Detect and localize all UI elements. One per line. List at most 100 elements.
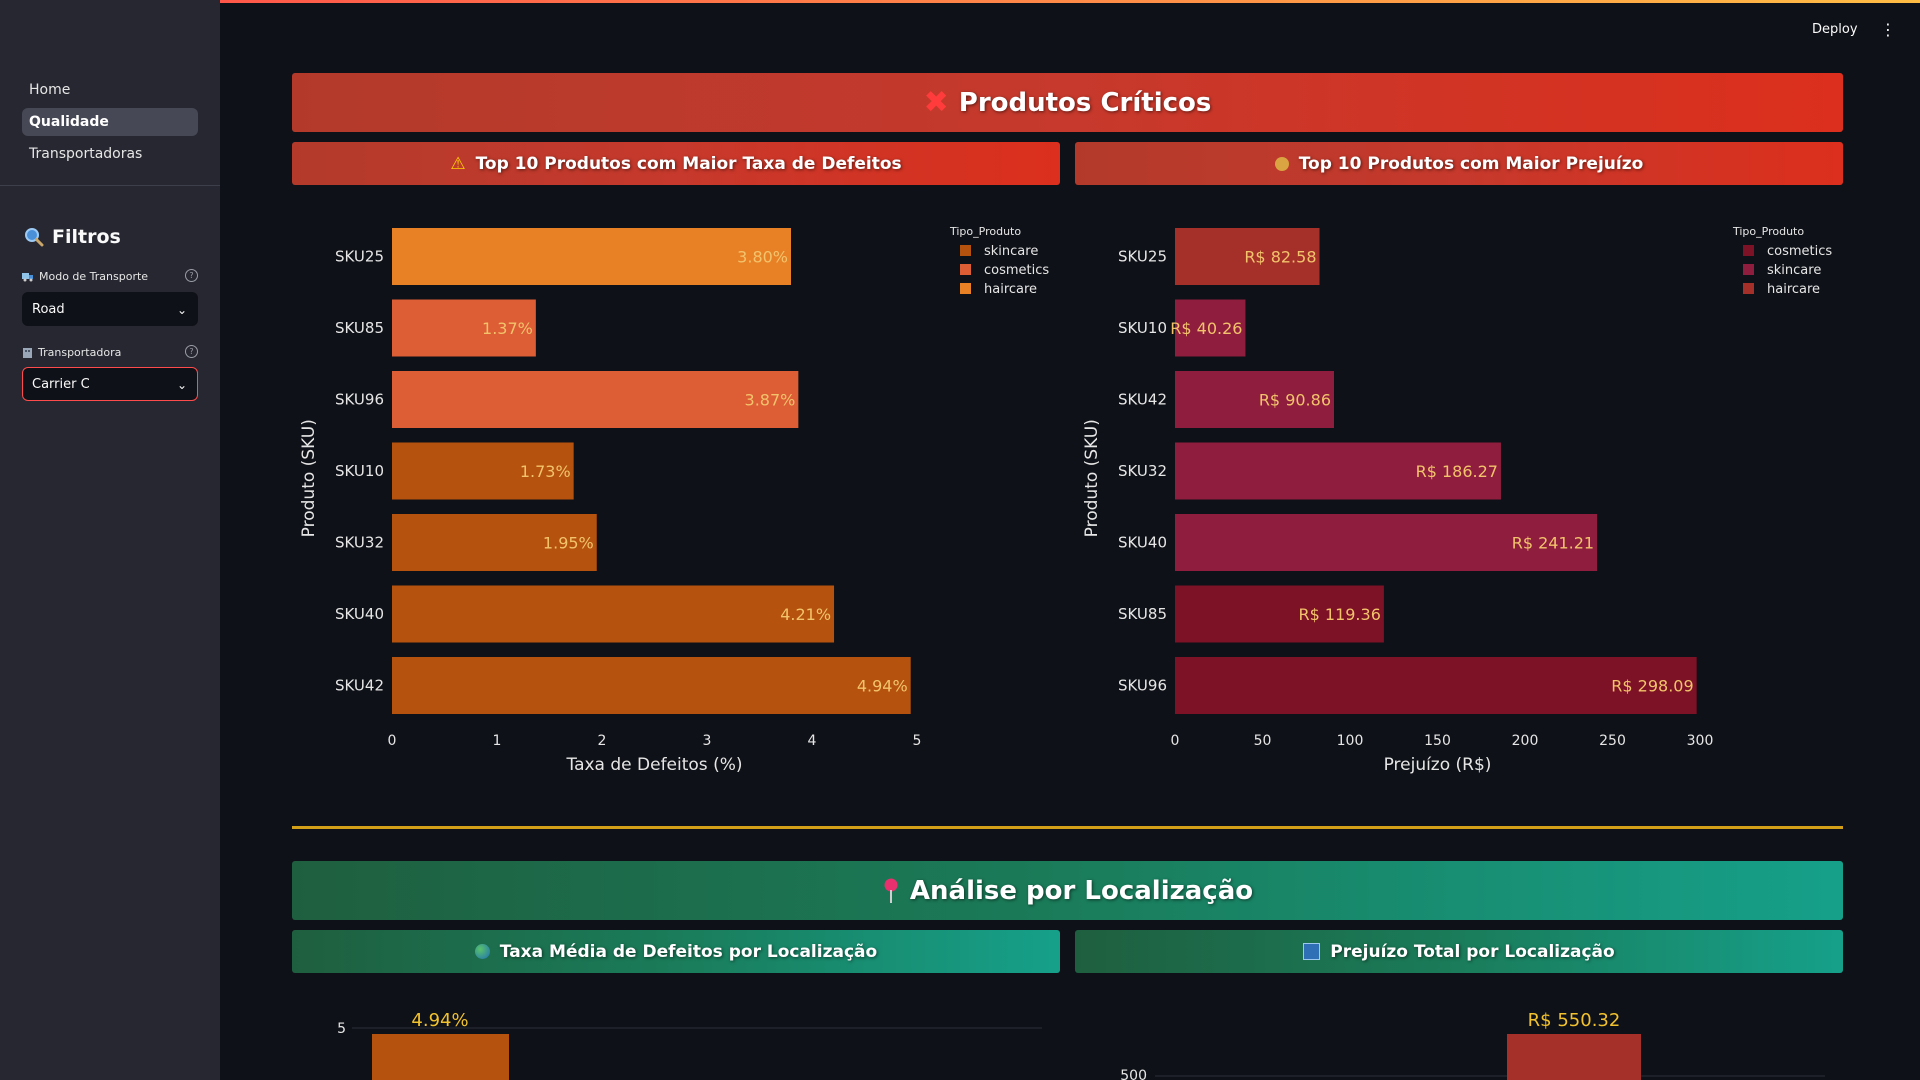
bar-value-label: R$ 40.26 [1170, 319, 1242, 338]
filters-title: Filtros [52, 226, 121, 248]
x-tick-label: 200 [1512, 733, 1539, 749]
carrier-label: Transportadora ? [22, 345, 198, 359]
y-axis-title: Produto (SKU) [1082, 419, 1102, 537]
bar-sku96[interactable] [392, 371, 799, 428]
y-tick-label: SKU85 [1118, 605, 1167, 623]
x-tick-label: 300 [1687, 733, 1714, 749]
sidebar-nav: Home Qualidade Transportadoras [22, 76, 198, 172]
building-icon [23, 348, 32, 358]
bar-sku42[interactable] [392, 657, 911, 714]
legend-label-cosmetics[interactable]: cosmetics [984, 263, 1049, 278]
x-tick-label: 2 [598, 733, 607, 749]
y-tick-label: SKU42 [1118, 391, 1167, 409]
y-tick-label: SKU42 [335, 677, 384, 695]
defect-rate-chart-title: Top 10 Produtos com Maior Taxa de Defeit… [475, 153, 902, 174]
bar-value-label: 1.37% [482, 319, 533, 338]
legend-swatch[interactable] [960, 283, 971, 294]
help-icon[interactable]: ? [185, 269, 198, 282]
bar-value-label: R$ 550.32 [1528, 1010, 1621, 1031]
bar-location-1[interactable] [372, 1034, 509, 1080]
bar-value-label: 1.95% [543, 534, 594, 553]
section-divider [292, 826, 1843, 829]
location-loss-chart-header: Prejuízo Total por Localização [1075, 930, 1843, 973]
bar-value-label: R$ 82.58 [1244, 248, 1316, 267]
deploy-button[interactable]: Deploy [1812, 22, 1858, 37]
bar-value-label: R$ 186.27 [1416, 462, 1498, 481]
location-analysis-title: Análise por Localização [909, 875, 1254, 906]
x-tick-label: 3 [703, 733, 712, 749]
chevron-down-icon: ⌄ [176, 303, 187, 317]
legend-label-cosmetics[interactable]: cosmetics [1767, 244, 1832, 259]
carrier-value: Carrier C [32, 377, 90, 392]
x-axis-title: Prejuízo (R$) [1384, 755, 1492, 775]
legend-swatch[interactable] [1743, 283, 1754, 294]
x-tick-label: 5 [913, 733, 922, 749]
bar-value-label: R$ 241.21 [1512, 534, 1594, 553]
y-tick-label: SKU96 [1118, 677, 1167, 695]
bar-value-label: 3.80% [737, 248, 788, 267]
y-tick-label: 500 [1120, 1068, 1147, 1080]
globe-icon [474, 944, 490, 959]
sidebar-divider [0, 185, 220, 186]
x-axis-title: Taxa de Defeitos (%) [566, 755, 743, 775]
x-tick-label: 0 [388, 733, 397, 749]
sidebar: Home Qualidade Transportadoras Filtros M… [0, 0, 220, 1080]
x-tick-label: 1 [493, 733, 502, 749]
x-tick-label: 0 [1171, 733, 1180, 749]
legend-title: Tipo_Produto [949, 225, 1021, 238]
x-tick-label: 150 [1424, 733, 1451, 749]
bar-sku40[interactable] [392, 585, 835, 643]
bar-value-label: 1.73% [520, 462, 571, 481]
legend-swatch[interactable] [960, 264, 971, 275]
y-tick-label: SKU25 [335, 248, 384, 266]
y-tick-label: SKU40 [1118, 534, 1167, 552]
location-defect-chart: 5 4.94% [337, 1010, 1042, 1080]
warning-icon: ⚠ [450, 153, 466, 174]
truck-icon [22, 272, 33, 281]
legend-label-haircare[interactable]: haircare [1767, 282, 1820, 297]
location-defect-chart-header: Taxa Média de Defeitos por Localização [292, 930, 1060, 973]
legend-swatch[interactable] [960, 245, 971, 256]
y-tick-label: SKU25 [1118, 248, 1167, 266]
legend-swatch[interactable] [1743, 264, 1754, 275]
location-loss-chart: 500 R$ 550.32 [1120, 1010, 1825, 1080]
help-icon[interactable]: ? [185, 345, 198, 358]
legend-label-skincare[interactable]: skincare [984, 244, 1038, 259]
transport-mode-value: Road [32, 302, 65, 317]
x-tick-label: 50 [1254, 733, 1272, 749]
bar-value-label: 4.94% [857, 677, 908, 696]
transport-mode-select[interactable]: Road ⌄ [22, 292, 198, 326]
y-tick-label: 5 [337, 1021, 346, 1037]
chevron-down-icon: ⌄ [176, 378, 187, 392]
loss-chart-title: Top 10 Produtos com Maior Prejuízo [1298, 153, 1644, 174]
bar-sku25[interactable] [392, 228, 791, 285]
x-tick-label: 250 [1599, 733, 1626, 749]
y-tick-label: SKU32 [335, 534, 384, 552]
magnifier-icon [25, 228, 44, 247]
critical-products-title: Produtos Críticos [958, 87, 1212, 118]
y-tick-label: SKU10 [1118, 319, 1167, 337]
location-analysis-banner: Análise por Localização [292, 861, 1843, 920]
y-tick-label: SKU10 [335, 462, 384, 480]
bar-value-label: 4.21% [780, 605, 831, 624]
bar-value-label: 4.94% [411, 1010, 468, 1031]
transport-mode-label-text: Modo de Transporte [39, 270, 149, 283]
sidebar-item-qualidade[interactable]: Qualidade [22, 108, 198, 136]
sidebar-item-transportadoras[interactable]: Transportadoras [22, 140, 198, 168]
defect-rate-chart: SKU25 3.80% SKU85 1.37% SKU96 3.87% SKU10 1.73%… [299, 225, 1049, 775]
money-bag-icon [1274, 156, 1289, 171]
carrier-label-text: Transportadora [38, 346, 122, 359]
sidebar-item-home[interactable]: Home [22, 76, 198, 104]
legend-label-skincare[interactable]: skincare [1767, 263, 1821, 278]
y-axis-title: Produto (SKU) [299, 419, 319, 537]
kebab-icon[interactable]: ⋮ [1880, 20, 1896, 39]
y-tick-label: SKU40 [335, 605, 384, 623]
bar-value-label: R$ 298.09 [1611, 677, 1693, 696]
bar-location-1[interactable] [1507, 1034, 1641, 1080]
y-tick-label: SKU96 [335, 391, 384, 409]
critical-products-banner: ✖ Produtos Críticos [292, 73, 1843, 132]
location-defect-chart-title: Taxa Média de Defeitos por Localização [499, 941, 878, 962]
legend-label-haircare[interactable]: haircare [984, 282, 1037, 297]
carrier-select[interactable]: Carrier C ⌄ [22, 367, 198, 401]
legend-swatch[interactable] [1743, 245, 1754, 256]
